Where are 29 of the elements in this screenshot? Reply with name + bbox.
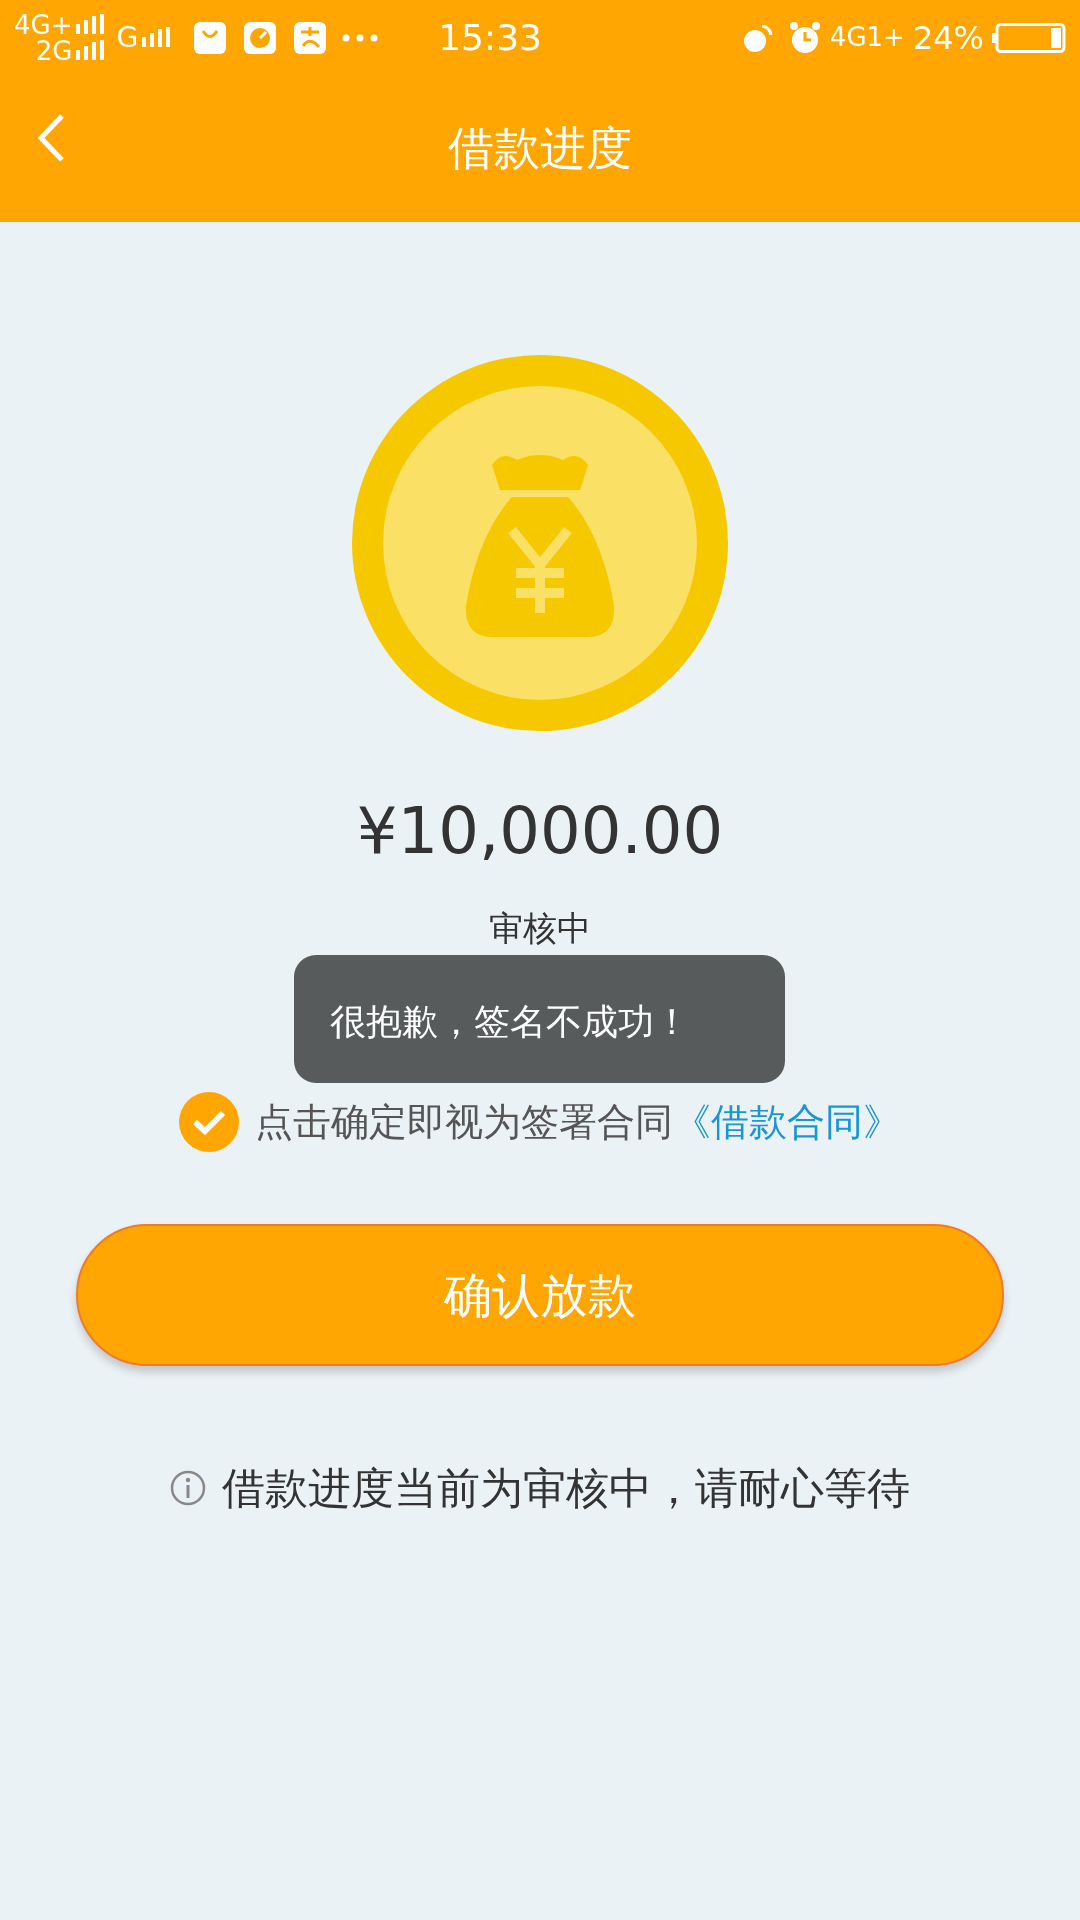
loan-amount: ¥10,000.00 [356, 793, 724, 870]
network-label: 4G1+ [829, 21, 905, 54]
agreement-text: 点击确定即视为签署合同 [255, 1098, 673, 1146]
error-toast: 很抱歉，签名不成功！ [294, 955, 785, 1083]
signal-icon [76, 39, 105, 62]
back-button[interactable] [36, 113, 66, 163]
loan-status: 审核中 [489, 907, 591, 950]
info-icon [170, 1470, 206, 1507]
check-icon [192, 1109, 226, 1135]
page-title: 借款进度 [448, 120, 632, 177]
network-label: G [116, 19, 139, 56]
contract-link[interactable]: 《借款合同》 [673, 1093, 901, 1151]
signal-icon [142, 26, 171, 49]
alarm-clock-icon [787, 20, 822, 55]
back-icon [36, 113, 66, 163]
money-bag-coin-icon [352, 355, 728, 731]
network-label: 2G [35, 37, 73, 64]
battery-percent: 24% [912, 17, 984, 59]
agreement-checkbox[interactable] [179, 1092, 239, 1152]
clock-time: 15:33 [438, 15, 542, 60]
payment-app-icon [294, 21, 327, 54]
more-icon [342, 33, 379, 42]
signal-icon [76, 13, 105, 36]
shopping-bag-icon [194, 21, 227, 54]
confirm-button[interactable]: 确认放款 [76, 1224, 1004, 1366]
notice-text: 借款进度当前为审核中，请耐心等待 [222, 1462, 910, 1515]
battery-icon [992, 22, 1066, 53]
gauge-icon [244, 21, 277, 54]
network-label: 4G+ [14, 11, 73, 38]
